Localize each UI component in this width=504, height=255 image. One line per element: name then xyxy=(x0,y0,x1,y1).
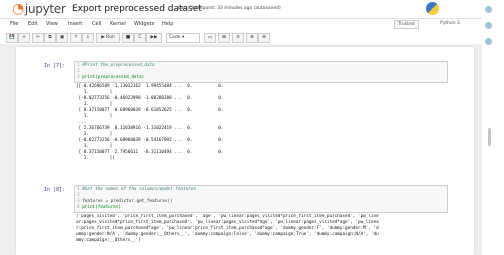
toolbar: 💾 + ✂ ⧉ ▣ ↑ ↓ ▶ Run ■ C ▶▶ Code ▾ ▭ ⊞ ≡ … xyxy=(0,32,482,44)
line-number: 4 xyxy=(77,205,80,210)
move-up-button[interactable]: ↑ xyxy=(70,33,82,43)
line-number: 3 xyxy=(77,75,80,80)
save-button[interactable]: 💾 xyxy=(6,33,18,43)
page-scrollbar[interactable] xyxy=(488,128,491,146)
menu-view[interactable]: View xyxy=(46,21,58,27)
line-number: 2 xyxy=(77,69,80,74)
menubar: File Edit View Insert Cell Kernel Widget… xyxy=(0,18,482,32)
menu-kernel[interactable]: Kernel xyxy=(110,21,126,27)
line-number: 2 xyxy=(77,193,80,198)
line-number: 3 xyxy=(77,199,80,204)
extension-button[interactable]: ⊕ xyxy=(258,33,270,43)
checkpoint-status: Last Checkpoint: 33 minutes ago (autosav… xyxy=(178,6,281,11)
menu-cell[interactable]: Cell xyxy=(92,21,101,27)
paste-button[interactable]: ▣ xyxy=(56,33,68,43)
command-palette-button[interactable]: ▭ xyxy=(204,33,216,43)
menu-help[interactable]: Help xyxy=(162,21,173,27)
code-line: print(features) xyxy=(82,205,121,210)
gutter-dot-icon[interactable] xyxy=(485,22,492,29)
menu-insert[interactable]: Insert xyxy=(68,21,82,27)
notebook-container: In [7]: 1 #Print the preprocessed_data 2… xyxy=(16,47,474,255)
output-line: mmy:campaign:__Others__'] xyxy=(76,238,141,243)
notebook-header: ◔jupyter Export preprocessed dataset Las… xyxy=(0,0,504,18)
restart-run-all-button[interactable]: ▶▶ xyxy=(146,33,162,43)
cell-type-value: Code xyxy=(169,35,181,40)
cell-type-select[interactable]: Code ▾ xyxy=(166,33,200,43)
menu-edit[interactable]: Edit xyxy=(28,21,38,27)
code-input[interactable]: 1 #Print the preprocessed_data 2 3 print… xyxy=(74,61,448,83)
output-line: 1. ]] xyxy=(76,156,115,161)
line-number: 1 xyxy=(77,187,80,192)
trusted-badge[interactable]: Trusted xyxy=(394,20,419,29)
cell-prompt: In [8]: xyxy=(44,187,66,193)
code-input[interactable]: 1 #Get the names of the columns/model fe… xyxy=(74,185,448,213)
table-button[interactable]: ⊞ xyxy=(218,33,230,43)
list-button[interactable]: ≡ xyxy=(232,33,244,43)
run-button[interactable]: ▶ Run xyxy=(96,33,120,43)
cell-prompt: In [7]: xyxy=(44,63,66,69)
cut-button[interactable]: ✂ xyxy=(32,33,44,43)
cell-output: [[-0.42696589 -1.13032162 1.99455484 ...… xyxy=(76,84,456,168)
copy-button[interactable]: ⧉ xyxy=(44,33,56,43)
cell-output: ['pages_visited', 'price_first_item_purc… xyxy=(76,214,456,246)
stop-button[interactable]: ■ xyxy=(122,33,134,43)
line-number: 1 xyxy=(77,63,80,68)
extension-button[interactable]: ⊕ xyxy=(246,33,258,43)
jupyter-logo[interactable]: ◔jupyter xyxy=(12,2,66,16)
menu-widgets[interactable]: Widgets xyxy=(134,21,154,27)
gutter-dot-icon[interactable] xyxy=(485,6,492,13)
logo-text: jupyter xyxy=(24,2,66,16)
jupyter-orb-icon: ◔ xyxy=(12,1,24,17)
code-line: #Print the preprocessed_data xyxy=(82,63,155,68)
code-line: print(preprocessed_data) xyxy=(82,75,145,80)
python-logo-icon xyxy=(426,2,439,15)
move-down-button[interactable]: ↓ xyxy=(82,33,94,43)
code-line: features = predictor.get_features() xyxy=(82,199,173,204)
restart-button[interactable]: C xyxy=(134,33,146,43)
code-line: #Get the names of the columns/model feat… xyxy=(82,187,197,192)
gutter-dot-icon[interactable] xyxy=(485,38,492,45)
kernel-indicator[interactable]: Python 3 xyxy=(440,21,460,26)
menu-file[interactable]: File xyxy=(10,21,18,27)
insert-cell-button[interactable]: + xyxy=(18,33,30,43)
